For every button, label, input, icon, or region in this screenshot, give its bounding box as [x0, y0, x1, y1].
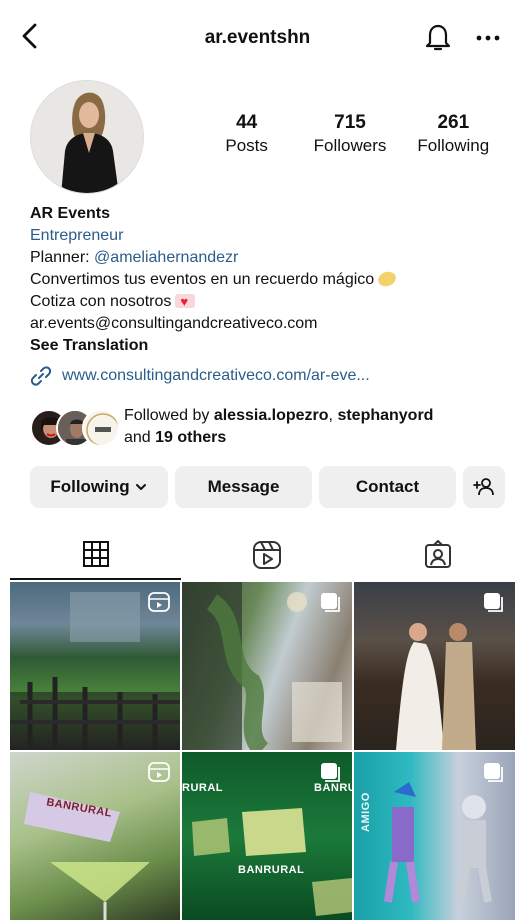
bio-email: ar.events@consultingandcreativeco.com	[30, 315, 318, 332]
add-person-button[interactable]	[463, 466, 505, 508]
tab-tagged[interactable]	[352, 530, 515, 580]
post-card-text: RURAL	[182, 782, 223, 794]
stat-following-label: Following	[417, 136, 490, 155]
stat-following[interactable]: 261 Following	[402, 112, 505, 156]
stat-followers[interactable]: 715 Followers	[298, 112, 401, 156]
post-thumbnail[interactable]: RURAL BANRURAL BANRURAL	[182, 752, 352, 920]
profile-tabs	[0, 530, 515, 580]
followed-by-user-2[interactable]: stephanyord	[337, 407, 433, 424]
dizzy-emoji-icon	[376, 269, 399, 289]
post-card-text: BANRURAL	[314, 782, 352, 794]
profile-link-url: www.consultingandcreativeco.com/ar-eve..…	[62, 367, 370, 384]
stat-posts-label: Posts	[225, 136, 268, 155]
tab-posts[interactable]	[10, 530, 181, 580]
post-thumbnail[interactable]	[182, 582, 352, 750]
avatar-image	[31, 81, 143, 193]
reel-icon	[148, 762, 170, 782]
followed-by-and: and	[124, 429, 156, 446]
bio-line-1-text: Convertimos tus eventos en un recuerdo m…	[30, 271, 375, 288]
followed-by[interactable]: Followed by alessia.lopezro, stephanyord…	[30, 405, 500, 449]
see-translation-button[interactable]: See Translation	[30, 335, 500, 357]
tagged-person-icon	[424, 540, 451, 568]
grid-icon	[82, 541, 109, 567]
profile-bio: AR Events Entrepreneur Planner: @ameliah…	[30, 203, 500, 357]
bell-icon[interactable]	[424, 22, 452, 52]
post-thumbnail[interactable]: BANRURAL	[10, 752, 180, 920]
profile-stats: 44 Posts 715 Followers 261 Following	[195, 112, 505, 156]
stat-posts[interactable]: 44 Posts	[195, 112, 298, 156]
profile-display-name: AR Events	[30, 205, 111, 222]
bio-planner-line: Planner: @ameliahernandezr	[30, 247, 500, 269]
carousel-icon	[484, 593, 503, 612]
posts-grid: BANRURAL RURAL BANRURAL BANRURAL A	[10, 582, 515, 920]
post-thumbnail[interactable]: AMIGO	[354, 752, 515, 920]
contact-button[interactable]: Contact	[319, 466, 456, 508]
reels-icon	[252, 541, 281, 569]
profile-link[interactable]: www.consultingandcreativeco.com/ar-eve..…	[30, 365, 500, 387]
bio-line-1: Convertimos tus eventos en un recuerdo m…	[30, 269, 500, 291]
stat-posts-count: 44	[236, 112, 258, 133]
stat-following-count: 261	[437, 112, 470, 133]
message-button[interactable]: Message	[175, 466, 312, 508]
reel-icon	[148, 592, 170, 612]
profile-category: Entrepreneur	[30, 227, 124, 244]
profile-avatar[interactable]	[30, 80, 144, 194]
post-thumbnail[interactable]	[10, 582, 180, 750]
post-card-text: BANRURAL	[238, 864, 305, 876]
carousel-icon	[321, 593, 340, 612]
followed-by-others[interactable]: 19 others	[155, 429, 226, 446]
bio-line-2-text: Cotiza con nosotros	[30, 293, 172, 310]
link-icon	[30, 366, 52, 386]
more-horizontal-icon[interactable]	[476, 34, 500, 42]
followed-by-text: Followed by alessia.lopezro, stephanyord…	[124, 405, 433, 449]
carousel-icon	[321, 763, 340, 782]
follower-avatar	[82, 409, 120, 447]
stat-followers-label: Followers	[313, 136, 387, 155]
post-thumbnail[interactable]	[354, 582, 515, 750]
profile-action-buttons: Following Message Contact	[30, 466, 505, 508]
chevron-down-icon	[135, 484, 146, 490]
post-card-text: AMIGO	[360, 792, 372, 832]
followed-by-prefix: Followed by	[124, 407, 214, 424]
following-button[interactable]: Following	[30, 466, 168, 508]
heart-emoji-icon	[175, 291, 196, 313]
stat-followers-count: 715	[334, 112, 366, 133]
tab-reels[interactable]	[181, 530, 352, 580]
top-bar: ar.eventshn	[0, 0, 515, 80]
followed-by-user-1[interactable]: alessia.lopezro	[214, 407, 329, 424]
bio-planner-prefix: Planner:	[30, 249, 95, 266]
following-button-label: Following	[50, 477, 130, 496]
carousel-icon	[484, 763, 503, 782]
planner-mention-link[interactable]: @ameliahernandezr	[94, 249, 238, 266]
bio-line-2: Cotiza con nosotros	[30, 291, 500, 313]
add-person-icon	[473, 478, 494, 496]
